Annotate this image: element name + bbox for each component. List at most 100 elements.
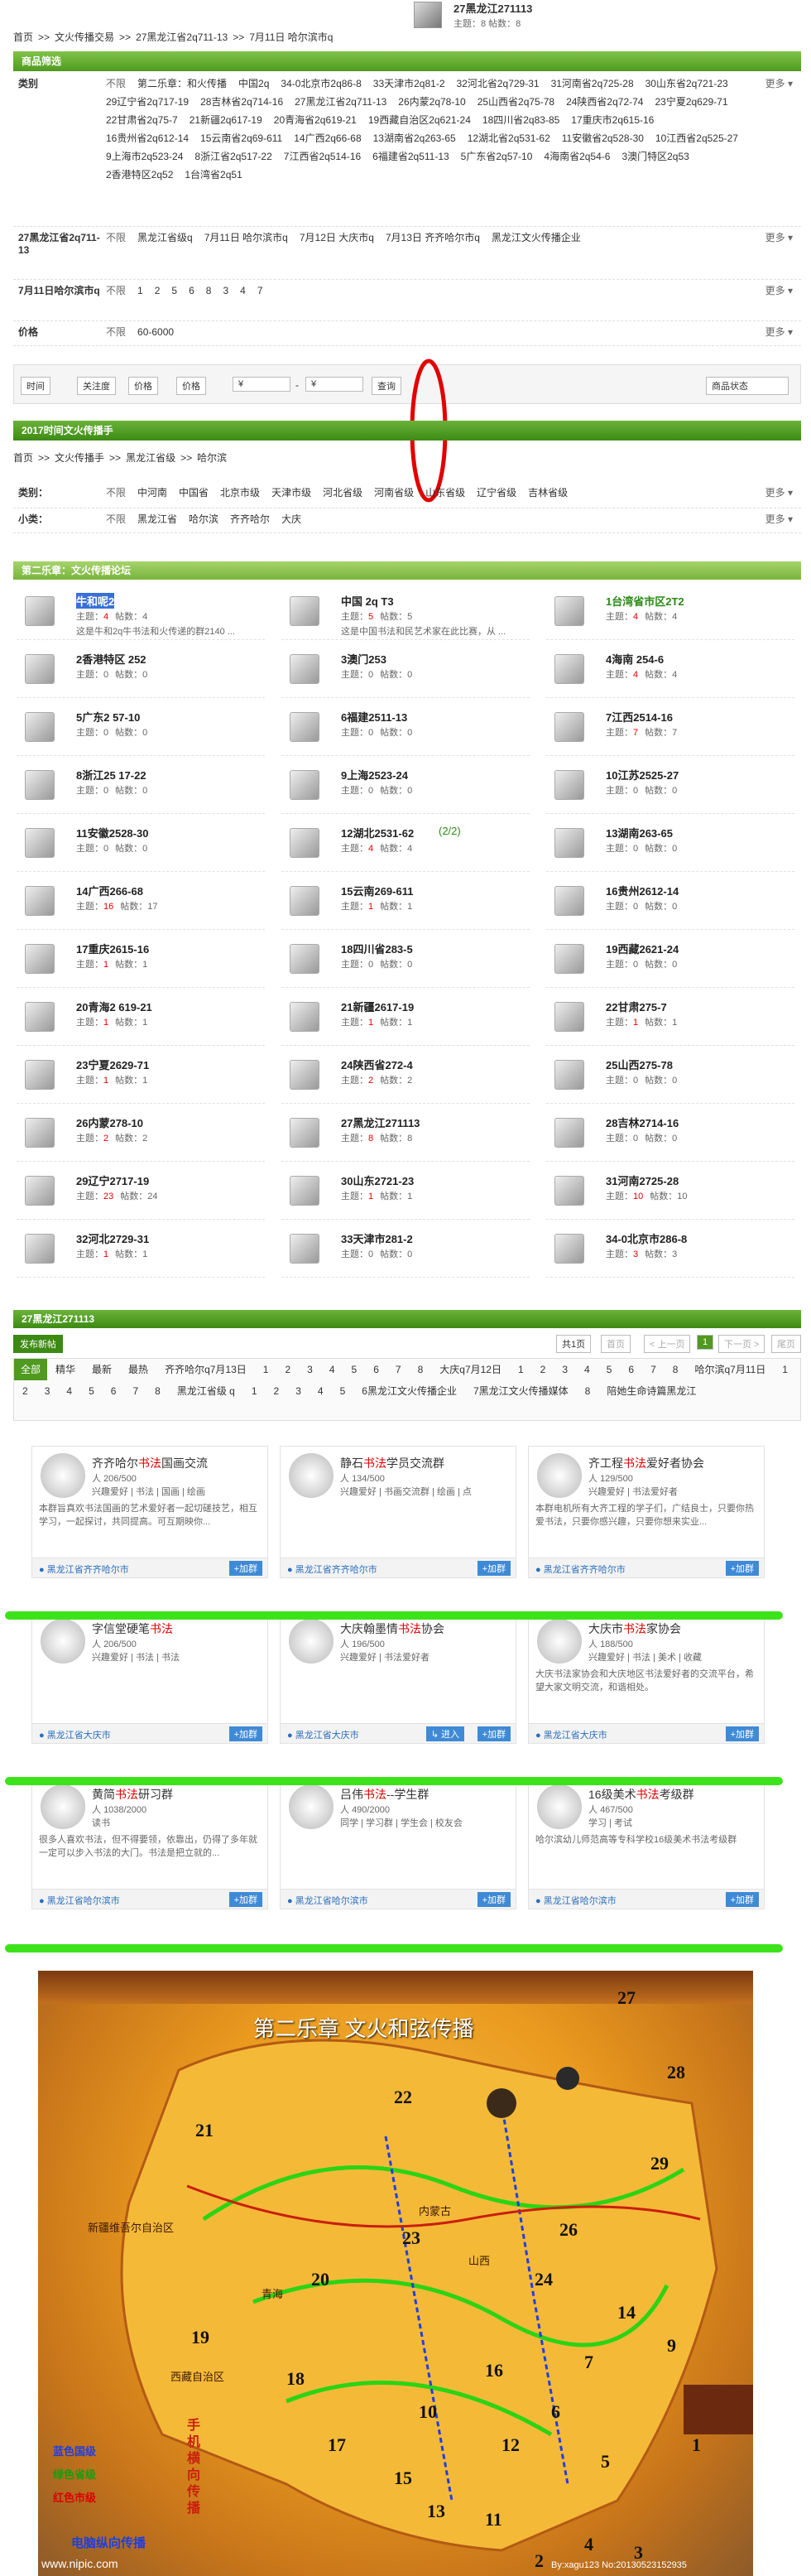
forum-icon[interactable]	[290, 654, 319, 684]
filter-option[interactable]: 8	[206, 282, 212, 300]
filter-option[interactable]: 6	[189, 282, 194, 300]
forum-icon[interactable]	[554, 654, 584, 684]
thread-tab[interactable]: 4	[576, 1359, 598, 1380]
filter-option[interactable]: 不限	[106, 510, 126, 528]
forum-name[interactable]: 6福建2511-13	[341, 709, 407, 725]
forum-name[interactable]: 5广东2 57-10	[76, 709, 140, 725]
thread-tab[interactable]: 7	[387, 1359, 410, 1380]
group-name-pre[interactable]: 吕伟	[340, 1788, 363, 1801]
thread-tab[interactable]: 1	[243, 1380, 266, 1402]
sort-price-down-button[interactable]: 价格	[176, 377, 206, 395]
filter-option[interactable]: 黑龙江文火传播企业	[492, 229, 581, 247]
thread-tab[interactable]: 8	[410, 1359, 432, 1380]
group-card[interactable]: 齐齐哈尔书法国画交流人 206/500 兴趣爱好 | 书法 | 国画 | 绘画 本群…	[31, 1446, 268, 1578]
group-name[interactable]: 字信堂硬笔书法	[92, 1620, 173, 1637]
group-join-button[interactable]: +加群	[228, 1561, 262, 1576]
forum-name[interactable]: 7江西2514-16	[606, 709, 673, 725]
filter-option[interactable]: 28吉林省2q714-16	[200, 93, 283, 111]
forum-name[interactable]: 13湖南263-65	[606, 825, 673, 840]
filter-option[interactable]: 黑龙江省级q	[137, 229, 193, 247]
thread-tab[interactable]: 2	[276, 1359, 299, 1380]
last-page-button[interactable]: 尾页	[771, 1335, 801, 1353]
group-name-post[interactable]: 研习群	[138, 1788, 173, 1801]
group-card[interactable]: 大庆市书法家协会人 188/500 兴趣爱好 | 书法 | 美术 | 收藏 大庆书法…	[528, 1611, 765, 1744]
forum-icon[interactable]	[554, 828, 584, 858]
filter-option[interactable]: 8浙江省2q517-22	[194, 147, 271, 166]
group-card[interactable]: 齐工程书法爱好者协会人 129/500 兴趣爱好 | 书法爱好者 本群电机所有大齐工…	[528, 1446, 765, 1578]
group-avatar-icon[interactable]	[289, 1619, 334, 1664]
group-name-post[interactable]: 学员交流群	[386, 1457, 444, 1470]
breadcrumb-item-0[interactable]: 首页	[13, 31, 33, 43]
filter-option[interactable]: 齐齐哈尔	[230, 510, 270, 528]
forum-icon[interactable]	[290, 944, 319, 974]
thread-tab[interactable]: 5	[343, 1359, 366, 1380]
group-name-highlight[interactable]: 书法	[138, 1457, 161, 1470]
thread-tab[interactable]: 3	[287, 1380, 310, 1402]
group-name-highlight[interactable]: 书法	[363, 1457, 386, 1470]
filter-option[interactable]: 黑龙江省	[137, 510, 177, 528]
group-name[interactable]: 16级美术书法考级群	[588, 1786, 694, 1803]
thread-tab[interactable]: 4	[310, 1380, 332, 1402]
price-to-input[interactable]: ¥	[305, 377, 363, 392]
group-name-highlight[interactable]: 书法	[115, 1788, 138, 1801]
forum-page-count[interactable]: (2/2)	[439, 825, 461, 837]
group-name[interactable]: 齐齐哈尔书法国画交流	[92, 1455, 208, 1471]
forum-name[interactable]: 10江苏2525-27	[606, 767, 679, 782]
group-avatar-icon[interactable]	[41, 1619, 85, 1664]
forum-name[interactable]: 24陕西省272-4	[341, 1057, 413, 1072]
prev-page-button[interactable]: < 上一页	[644, 1335, 691, 1353]
forum-name[interactable]: 31河南2725-28	[606, 1172, 679, 1188]
filter-option[interactable]: 18四川省2q83-85	[482, 111, 559, 129]
forum-name[interactable]: 26内蒙278-10	[76, 1115, 143, 1130]
forum-name[interactable]: 21新疆2617-19	[341, 999, 414, 1014]
forum-name[interactable]: 27黑龙江271113	[341, 1115, 420, 1130]
forum-icon[interactable]	[25, 712, 55, 742]
thread-tab[interactable]: 最热	[120, 1359, 156, 1380]
thread-tab[interactable]: 8	[146, 1380, 169, 1402]
thread-tab[interactable]: 4	[58, 1380, 80, 1402]
forum-name[interactable]: 18四川省283-5	[341, 941, 413, 956]
group-card[interactable]: 字信堂硬笔书法人 206/500 兴趣爱好 | 书法 | 书法 ● 黑龙江省大庆市 +…	[31, 1611, 268, 1744]
group-card[interactable]: 16级美术书法考级群人 467/500 学习 | 考试 哈尔滨幼儿师范高等专科学校1…	[528, 1777, 765, 1909]
thread-tab[interactable]: 1	[255, 1359, 277, 1380]
forum-icon[interactable]	[25, 770, 55, 800]
thread-tab[interactable]: 6	[620, 1359, 642, 1380]
filter-option[interactable]: 9上海市2q523-24	[106, 147, 183, 166]
forum-name[interactable]: 8浙江25 17-22	[76, 767, 146, 782]
thread-tab[interactable]: 齐齐哈尔q7月13日	[156, 1359, 255, 1380]
forum-icon[interactable]	[554, 1176, 584, 1206]
forum-name[interactable]: 4海南 254-6	[606, 651, 664, 667]
thread-tab[interactable]: 3	[36, 1380, 59, 1402]
filter-option[interactable]: 1	[137, 282, 143, 300]
group-name-highlight[interactable]: 书法	[150, 1622, 173, 1635]
group-name-pre[interactable]: 齐齐哈尔	[92, 1457, 138, 1470]
filter-option[interactable]: 辽宁省级	[477, 484, 516, 502]
group-name[interactable]: 大庆翰墨情书法协会	[340, 1620, 444, 1637]
filter-option[interactable]: 1台湾省2q51	[185, 166, 242, 184]
filter-option[interactable]: 11安徽省2q528-30	[562, 129, 644, 147]
group-name-post[interactable]: --学生群	[386, 1788, 429, 1801]
group-join-button[interactable]: +加群	[477, 1561, 511, 1576]
filter-option[interactable]: 33天津市2q81-2	[373, 75, 445, 93]
group-card[interactable]: 大庆翰墨情书法协会人 196/500 兴趣爱好 | 书法爱好者 ● 黑龙江省大庆市 ↳…	[280, 1611, 516, 1744]
filter-option[interactable]: 24陕西省2q72-74	[566, 93, 643, 111]
filter-option[interactable]: 5广东省2q57-10	[461, 147, 533, 166]
forum-icon[interactable]	[25, 1060, 55, 1090]
section2-crumb-2[interactable]: 文火传播手	[55, 452, 104, 464]
filter-more-button[interactable]: 更多 ▾	[765, 76, 793, 90]
breadcrumb-item-6[interactable]: 7月11日 哈尔滨市q	[249, 31, 333, 43]
group-name-post[interactable]: 考级群	[660, 1788, 694, 1801]
thread-tab[interactable]: 6	[103, 1380, 125, 1402]
breadcrumb-item-4[interactable]: 27黑龙江省2q711-13	[136, 31, 228, 43]
group-name-pre[interactable]: 齐工程	[588, 1457, 623, 1470]
forum-icon[interactable]	[554, 944, 584, 974]
forum-icon[interactable]	[554, 596, 584, 626]
group-name-pre[interactable]: 静石	[340, 1457, 363, 1470]
group-name-pre[interactable]: 黄简	[92, 1788, 115, 1801]
forum-icon[interactable]	[554, 1060, 584, 1090]
thread-tab[interactable]: 6	[365, 1359, 387, 1380]
thread-tab[interactable]: 精华	[47, 1359, 84, 1380]
forum-name[interactable]: 16贵州2612-14	[606, 883, 679, 898]
group-name[interactable]: 静石书法学员交流群	[340, 1455, 444, 1471]
filter-option[interactable]: 不限	[106, 323, 126, 341]
